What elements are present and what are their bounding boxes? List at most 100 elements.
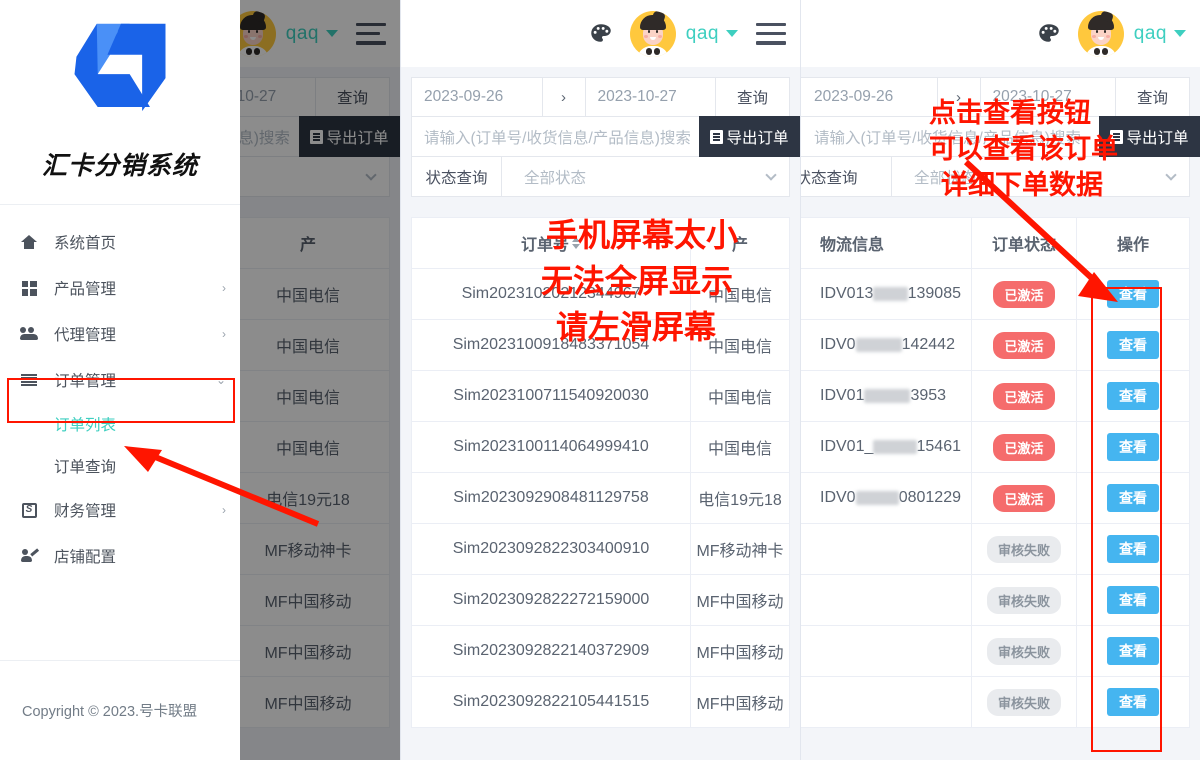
page-body-middle: 2023-09-26 › 2023-10-27 查询 请输入(订单号/收货信息/…: [401, 67, 800, 760]
status-select[interactable]: 全部状态: [502, 157, 789, 196]
cell-logistics: IDV0 0801229: [801, 473, 971, 523]
annotation-middle-line3: 请左滑屏幕: [556, 309, 717, 345]
phone-frame-right: qaq 2023-09-26 › 2023-10-27 查询 请输入(订单号/收…: [800, 0, 1200, 760]
cell-order-no: Sim2023100711540920030: [453, 387, 649, 404]
redaction-mask: [864, 389, 911, 403]
sidebar-subitem-label: 订单查询: [54, 459, 117, 476]
sidebar-item-label: 代理管理: [54, 327, 117, 344]
red-highlight-box-orders-menu: [7, 378, 235, 423]
filter-card-middle: 2023-09-26 › 2023-10-27 查询 请输入(订单号/收货信息/…: [411, 77, 800, 197]
cell-product: MF中国移动: [690, 677, 789, 727]
money-icon: S: [18, 502, 40, 518]
cell-product: MF中国移动: [690, 575, 789, 625]
navbar-right: qaq: [801, 0, 1200, 67]
cell-product: MF中国移动: [690, 626, 789, 676]
cell-order-no: Sim2023092822272159000: [452, 591, 650, 608]
logistics-prefix: IDV013: [820, 285, 874, 302]
status-select-value: 全部状态: [524, 169, 587, 187]
table-row: Sim2023092822140372909 MF中国移动: [412, 626, 789, 677]
cell-status: 审核失败: [971, 575, 1076, 625]
brand-logo-icon: [74, 23, 166, 111]
status-filter-row: 状态查询 全部状态 导出订单: [411, 116, 800, 197]
cell-logistics: IDV01 3953: [801, 371, 971, 421]
cell-product: 中国电信: [690, 371, 789, 421]
grid-icon: [18, 280, 40, 296]
user-menu[interactable]: qaq: [686, 23, 738, 45]
cell-status: 已激活: [971, 422, 1076, 472]
cell-order-no: Sim2023092822105441515: [452, 693, 650, 710]
logistics-suffix: 142442: [901, 336, 955, 353]
cell-product: 电信19元18: [690, 473, 789, 523]
sidebar-item-shop-config[interactable]: 店铺配置: [0, 533, 240, 579]
avatar[interactable]: [629, 10, 676, 57]
cell-product: 中国电信: [690, 422, 789, 472]
cell-order-no: Sim2023092822303400910: [452, 540, 650, 557]
status-badge: 已激活: [993, 382, 1055, 410]
logistics-prefix: IDV0: [820, 489, 856, 506]
home-icon: [18, 234, 40, 250]
annotation-right-line2: 可以查看该订单: [929, 134, 1118, 164]
cell-status: 审核失败: [971, 677, 1076, 727]
annotation-middle-line2: 无法全屏显示: [541, 263, 734, 299]
logistics-prefix: IDV0: [820, 336, 856, 353]
export-file-icon: [710, 129, 724, 144]
logistics-suffix: 15461: [916, 438, 962, 455]
table-row: Sim2023092822272159000 MF中国移动: [412, 575, 789, 626]
status-badge: 审核失败: [986, 586, 1061, 614]
cell-logistics: [801, 626, 971, 676]
phone-frame-middle: qaq 2023-09-26 › 2023-10-27 查询 请输入(订单号/收…: [400, 0, 800, 760]
table-row: Sim2023092908481129758 电信19元18: [412, 473, 789, 524]
hamburger-menu-icon[interactable]: [756, 22, 786, 45]
export-orders-button[interactable]: 导出订单: [699, 116, 800, 157]
cell-logistics: IDV0 142442: [801, 320, 971, 370]
palette-icon[interactable]: [1036, 21, 1062, 47]
phone-frame-left: qaq 2023-09-26 › 2023-10-27 查询 请输入(订单号/收…: [0, 0, 400, 760]
status-badge: 已激活: [993, 433, 1055, 461]
pen-user-icon: [18, 548, 40, 564]
date-start-input[interactable]: 2023-09-26: [801, 78, 937, 116]
logistics-suffix: 3953: [910, 387, 947, 404]
sidebar-item-home[interactable]: 系统首页: [0, 219, 240, 265]
redaction-mask: [873, 440, 917, 454]
cell-product: MF移动神卡: [690, 524, 789, 574]
user-menu[interactable]: qaq: [1134, 23, 1186, 45]
avatar[interactable]: [1077, 10, 1124, 57]
table-row: Sim2023100114064999410 中国电信: [412, 422, 789, 473]
palette-icon[interactable]: [588, 21, 614, 47]
annotation-right-line3: 详细下单数据: [941, 170, 1103, 200]
date-range-row: 2023-09-26 › 2023-10-27 查询: [411, 77, 790, 117]
red-highlight-box-action-column: [1091, 287, 1162, 752]
sidebar-item-products[interactable]: 产品管理 ›: [0, 265, 240, 311]
query-button[interactable]: 查询: [715, 78, 789, 116]
caret-down-icon: [1174, 30, 1186, 37]
chevron-down-icon: [765, 168, 777, 181]
logistics-prefix: IDV01_: [820, 438, 874, 455]
chevron-down-icon: [1165, 168, 1177, 181]
sidebar-footer: Copyright © 2023.号卡联盟: [0, 660, 240, 760]
logistics-suffix: 0801229: [898, 489, 961, 506]
users-icon: [18, 327, 40, 341]
cell-status: 已激活: [971, 473, 1076, 523]
chevron-right-icon: ›: [222, 327, 226, 341]
cell-status: 已激活: [971, 371, 1076, 421]
brand-block: 汇卡分销系统: [0, 0, 240, 204]
sidebar-item-label: 系统首页: [54, 235, 117, 252]
status-badge: 审核失败: [986, 535, 1061, 563]
date-end-input[interactable]: 2023-10-27: [586, 78, 716, 116]
cell-order-no: Sim2023092908481129758: [453, 489, 649, 506]
table-row: Sim2023092822105441515 MF中国移动: [412, 677, 789, 728]
date-separator-icon: ›: [541, 78, 586, 116]
redaction-mask: [873, 287, 908, 301]
cell-order-no: Sim2023092822140372909: [452, 642, 650, 659]
status-filter-label: 状态查询: [801, 157, 892, 196]
annotation-right-line1: 点击查看按钮: [929, 98, 1091, 128]
table-row: Sim2023092822303400910 MF移动神卡: [412, 524, 789, 575]
red-arrow-to-order-list-icon: [124, 446, 320, 527]
sidebar-item-label: 财务管理: [54, 503, 117, 520]
annotation-middle-line1: 手机屏幕太小: [546, 217, 739, 253]
sidebar-item-agents[interactable]: 代理管理 ›: [0, 311, 240, 357]
date-start-input[interactable]: 2023-09-26: [412, 78, 542, 116]
cell-logistics: IDV01_ 15461: [801, 422, 971, 472]
chevron-right-icon: ›: [222, 281, 226, 295]
sidebar-item-label: 产品管理: [54, 281, 117, 298]
